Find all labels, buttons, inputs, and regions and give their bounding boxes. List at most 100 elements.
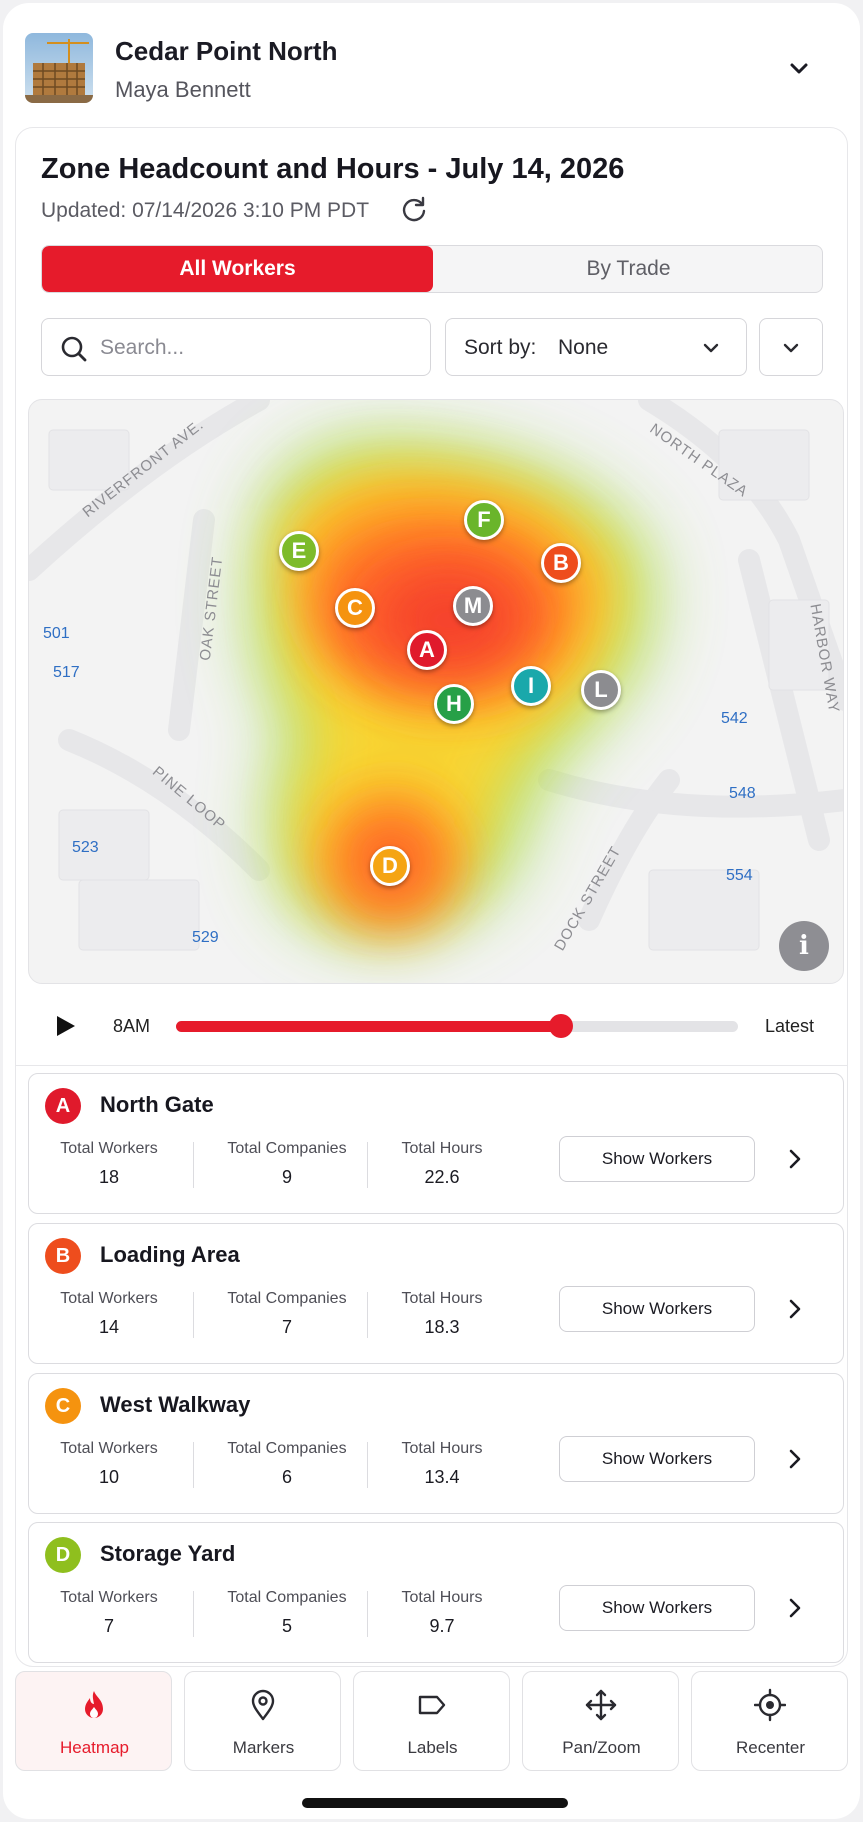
timeline-progress — [176, 1021, 561, 1032]
zone-row[interactable]: C West Walkway Total Workers 10 Total Co… — [28, 1373, 844, 1514]
site-heatmap[interactable]: RIVERFRONT AVE. NORTH PLAZA OAK STREET H… — [28, 399, 844, 984]
show-workers-button[interactable]: Show Workers — [559, 1585, 755, 1631]
lot-number: 517 — [53, 664, 80, 681]
stat-label: Total Workers — [60, 1290, 158, 1307]
stat-label: Total Workers — [60, 1140, 158, 1157]
stat-value: 14 — [98, 1317, 120, 1337]
zone-marker-a[interactable]: A — [407, 630, 447, 670]
home-indicator — [302, 1798, 568, 1808]
timeline-start-label: 8AM — [113, 1016, 151, 1036]
play-icon[interactable] — [53, 1013, 77, 1039]
stat-label: Total Hours — [401, 1290, 483, 1307]
sort-value: None — [558, 336, 609, 359]
search-box — [41, 318, 431, 376]
sort-label: Sort by: — [464, 336, 537, 359]
stat-total-workers: Total Workers 7 — [49, 1589, 169, 1637]
stat-value: 18.3 — [424, 1317, 460, 1337]
timeline-slider-handle[interactable] — [548, 1014, 573, 1038]
tab-label: Labels — [407, 1738, 458, 1757]
zone-row[interactable]: A North Gate Total Workers 18 Total Comp… — [28, 1073, 844, 1214]
stat-label: Total Workers — [60, 1440, 158, 1457]
stat-value: 7 — [281, 1317, 292, 1337]
zone-badge: B — [45, 1238, 81, 1274]
tab-labels[interactable]: Labels — [353, 1671, 510, 1771]
chevron-down-icon[interactable] — [783, 53, 815, 85]
tab-recenter[interactable]: Recenter — [691, 1671, 848, 1771]
refresh-icon[interactable] — [399, 195, 429, 225]
stat-total-hours: Total Hours 9.7 — [387, 1589, 497, 1637]
tab-label: Pan/Zoom — [562, 1738, 641, 1757]
chevron-right-icon[interactable] — [785, 1447, 805, 1471]
lot-number: 548 — [729, 785, 756, 802]
stat-value: 22.6 — [424, 1167, 460, 1187]
divider — [367, 1142, 368, 1188]
bottom-toolbar: Heatmap Markers Labels Pan/Zoom Recenter — [15, 1671, 848, 1771]
chevron-right-icon[interactable] — [785, 1297, 805, 1321]
stat-label: Total Companies — [227, 1140, 347, 1157]
tab-all-workers[interactable]: All Workers — [42, 246, 433, 292]
zone-marker-f[interactable]: F — [464, 500, 504, 540]
chevron-right-icon[interactable] — [785, 1596, 805, 1620]
stat-total-companies: Total Companies 7 — [209, 1290, 365, 1338]
show-workers-button[interactable]: Show Workers — [559, 1436, 755, 1482]
zone-marker-e[interactable]: E — [279, 531, 319, 571]
stat-value: 9 — [281, 1167, 292, 1187]
stat-total-workers: Total Workers 14 — [49, 1290, 169, 1338]
search-input[interactable] — [100, 331, 410, 365]
zone-marker-i[interactable]: I — [511, 666, 551, 706]
divider — [367, 1442, 368, 1488]
stat-value: 6 — [281, 1467, 292, 1487]
stat-total-companies: Total Companies 6 — [209, 1440, 365, 1488]
show-workers-button[interactable]: Show Workers — [559, 1286, 755, 1332]
zone-badge: C — [45, 1388, 81, 1424]
zone-name: Storage Yard — [100, 1541, 236, 1566]
stat-value: 18 — [98, 1167, 120, 1187]
stat-label: Total Workers — [60, 1589, 158, 1606]
project-name: Cedar Point North — [115, 36, 338, 66]
sort-dropdown[interactable]: Sort by: None — [445, 318, 747, 376]
info-icon[interactable]: i — [779, 921, 829, 971]
stat-total-hours: Total Hours 22.6 — [387, 1140, 497, 1188]
stat-value: 10 — [98, 1467, 120, 1487]
tab-label: Markers — [232, 1738, 295, 1757]
stat-label: Total Hours — [401, 1440, 483, 1457]
stat-total-companies: Total Companies 5 — [209, 1589, 365, 1637]
zone-row[interactable]: B Loading Area Total Workers 14 Total Co… — [28, 1223, 844, 1364]
tab-by-trade[interactable]: By Trade — [433, 246, 822, 292]
zone-marker-m[interactable]: M — [453, 586, 493, 626]
app-screen: Cedar Point North Maya Bennett Zone Head… — [3, 3, 860, 1819]
stat-total-hours: Total Hours 13.4 — [387, 1440, 497, 1488]
stat-total-workers: Total Workers 10 — [49, 1440, 169, 1488]
tab-pan-zoom[interactable]: Pan/Zoom — [522, 1671, 679, 1771]
updated-timestamp: Updated: 07/14/2026 3:10 PM PDT — [41, 199, 370, 222]
zone-marker-l[interactable]: L — [581, 670, 621, 710]
zone-row[interactable]: D Storage Yard Total Workers 7 Total Com… — [28, 1522, 844, 1663]
lot-number: 529 — [192, 929, 219, 946]
divider — [367, 1591, 368, 1637]
divider — [193, 1292, 194, 1338]
timeline-end-label: Latest — [765, 1016, 815, 1036]
expand-filters-button[interactable] — [759, 318, 823, 376]
stat-label: Total Hours — [401, 1140, 483, 1157]
chevron-right-icon[interactable] — [785, 1147, 805, 1171]
stat-total-workers: Total Workers 18 — [49, 1140, 169, 1188]
zone-name: Loading Area — [100, 1242, 240, 1267]
show-workers-button[interactable]: Show Workers — [559, 1136, 755, 1182]
stat-value: 13.4 — [424, 1467, 460, 1487]
zone-marker-c[interactable]: C — [335, 588, 375, 628]
zone-marker-h[interactable]: H — [434, 684, 474, 724]
timeline-slider-track[interactable] — [176, 1021, 738, 1032]
project-header[interactable]: Cedar Point North Maya Bennett — [3, 3, 860, 131]
worker-segmented-control: All Workers By Trade — [41, 245, 823, 293]
zone-marker-b[interactable]: B — [541, 543, 581, 583]
tag-icon — [418, 1695, 446, 1715]
lot-number: 542 — [721, 710, 748, 727]
chevron-down-icon — [783, 343, 799, 353]
divider — [193, 1591, 194, 1637]
lot-number: 501 — [43, 625, 70, 642]
tab-markers[interactable]: Markers — [184, 1671, 341, 1771]
tab-heatmap[interactable]: Heatmap — [15, 1671, 172, 1771]
divider — [367, 1292, 368, 1338]
zone-marker-d[interactable]: D — [370, 846, 410, 886]
chevron-down-icon — [703, 343, 719, 353]
